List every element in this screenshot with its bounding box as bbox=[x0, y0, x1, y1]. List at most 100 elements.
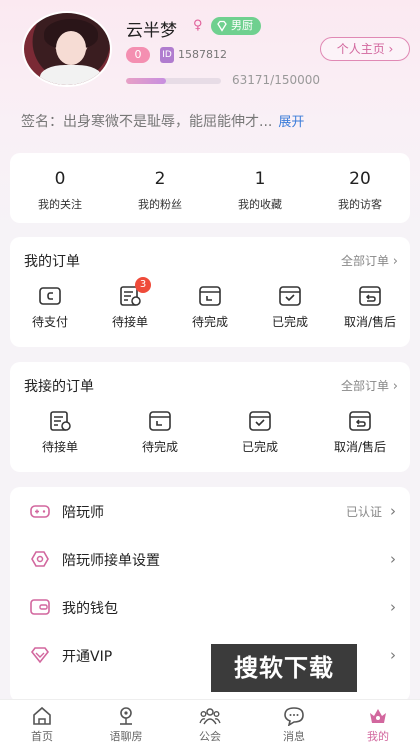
received-pending-accept[interactable]: 待接单 bbox=[10, 410, 110, 455]
user-name: 云半梦 bbox=[126, 21, 177, 41]
avatar[interactable] bbox=[22, 11, 112, 87]
level-badge: 0 bbox=[126, 47, 150, 63]
stats-card: 0 我的关注 2 我的粉丝 1 我的收藏 20 我的访客 bbox=[10, 153, 410, 223]
tab-label: 语聊房 bbox=[109, 730, 143, 743]
notification-badge: 3 bbox=[135, 277, 151, 293]
menu-item-companion-settings[interactable]: 陪玩师接单设置 › bbox=[10, 535, 410, 583]
stat-number: 0 bbox=[54, 169, 66, 189]
chevron-right-icon: › bbox=[390, 502, 396, 520]
stat-label: 我的访客 bbox=[338, 198, 382, 211]
gender-female-icon: ♀ bbox=[193, 18, 203, 33]
order-label: 已完成 bbox=[271, 315, 308, 329]
received-completed[interactable]: 已完成 bbox=[210, 410, 310, 455]
expand-link[interactable]: 展开 bbox=[278, 115, 304, 130]
menu-label: 陪玩师 bbox=[62, 505, 104, 521]
order-pending-payment[interactable]: 待支付 bbox=[10, 285, 90, 330]
order-cancel-aftersale[interactable]: 取消/售后 bbox=[330, 285, 410, 330]
received-pending-complete[interactable]: 待完成 bbox=[110, 410, 210, 455]
verified-status: 已认证 bbox=[345, 505, 382, 519]
voice-room-icon bbox=[120, 707, 132, 725]
order-label: 取消/售后 bbox=[343, 315, 397, 329]
my-orders-card: 我的订单 全部订单 › 待支付 3 待接单 待完成 已完成 取消/售后 bbox=[10, 237, 410, 347]
stat-label: 我的关注 bbox=[38, 198, 82, 211]
order-label: 待支付 bbox=[31, 315, 68, 329]
xp-progress-fill bbox=[126, 78, 166, 84]
chevron-right-icon: › bbox=[390, 550, 396, 568]
tab-guild[interactable]: 公会 bbox=[168, 700, 252, 746]
order-list-icon bbox=[50, 411, 71, 431]
return-box-icon bbox=[349, 411, 371, 431]
signature-text: 签名：出身寒微不是耻辱，能屈能伸才... bbox=[21, 114, 273, 130]
tab-label: 首页 bbox=[31, 730, 53, 743]
xp-progress-bar bbox=[126, 78, 221, 84]
menu-item-wallet[interactable]: 我的钱包 › bbox=[10, 583, 410, 631]
menu-right: › bbox=[382, 550, 396, 568]
settings-icon bbox=[31, 551, 49, 567]
pending-box-icon bbox=[149, 411, 171, 431]
tab-label: 公会 bbox=[199, 730, 221, 743]
personal-homepage-button[interactable]: 个人主页 › bbox=[320, 37, 410, 61]
received-orders-all-link[interactable]: 全部订单 › bbox=[341, 377, 398, 394]
all-orders-label: 全部订单 bbox=[340, 379, 389, 393]
bottom-tab-bar: 首页 语聊房 公会 消息 我的 bbox=[0, 699, 420, 746]
role-badge: 男厨 bbox=[211, 17, 261, 35]
chevron-right-icon: › bbox=[392, 254, 398, 269]
menu-right: › bbox=[382, 646, 396, 664]
xp-progress-text: 63171/150000 bbox=[232, 73, 321, 87]
tab-label: 我的 bbox=[367, 730, 389, 743]
signature: 签名：出身寒微不是耻辱，能屈能伸才... 展开 bbox=[21, 111, 304, 131]
id-label: ID bbox=[160, 47, 174, 63]
wallet-icon bbox=[30, 599, 50, 615]
stat-following[interactable]: 0 我的关注 bbox=[10, 153, 110, 223]
chevron-right-icon: › bbox=[390, 598, 396, 616]
chevron-right-icon: › bbox=[392, 379, 398, 394]
menu-label: 陪玩师接单设置 bbox=[62, 553, 160, 569]
stat-visitors[interactable]: 20 我的访客 bbox=[310, 153, 410, 223]
tab-voice-room[interactable]: 语聊房 bbox=[84, 700, 168, 746]
order-label: 待完成 bbox=[141, 440, 178, 454]
my-orders-title: 我的订单 bbox=[24, 254, 80, 270]
menu-item-companion[interactable]: 陪玩师 已认证 › bbox=[10, 487, 410, 535]
tab-me[interactable]: 我的 bbox=[336, 700, 420, 746]
home-icon bbox=[33, 706, 51, 725]
stat-fans[interactable]: 2 我的粉丝 bbox=[110, 153, 210, 223]
guild-icon bbox=[199, 708, 221, 725]
menu-right: › bbox=[382, 598, 396, 616]
order-completed[interactable]: 已完成 bbox=[250, 285, 330, 330]
vip-diamond-icon bbox=[30, 647, 50, 664]
order-pending-accept[interactable]: 3 待接单 bbox=[90, 277, 170, 330]
me-icon bbox=[370, 709, 386, 723]
stat-favorites[interactable]: 1 我的收藏 bbox=[210, 153, 310, 223]
order-pending-complete[interactable]: 待完成 bbox=[170, 285, 250, 330]
all-orders-label: 全部订单 bbox=[340, 254, 389, 268]
diamond-icon bbox=[217, 20, 227, 32]
order-label: 待接单 bbox=[41, 440, 78, 454]
gamepad-icon bbox=[30, 505, 50, 518]
pending-box-icon bbox=[199, 286, 221, 306]
stat-number: 2 bbox=[154, 169, 166, 189]
received-cancel-aftersale[interactable]: 取消/售后 bbox=[310, 410, 410, 455]
chevron-right-icon: › bbox=[390, 646, 396, 664]
tab-label: 消息 bbox=[283, 730, 305, 743]
menu-right: 已认证 › bbox=[346, 502, 396, 520]
menu-label: 开通VIP bbox=[62, 649, 113, 665]
order-label: 待接单 bbox=[111, 315, 148, 329]
check-box-icon bbox=[249, 411, 271, 431]
my-orders-all-link[interactable]: 全部订单 › bbox=[341, 252, 398, 269]
return-box-icon bbox=[359, 286, 381, 306]
check-box-icon bbox=[279, 286, 301, 306]
tab-messages[interactable]: 消息 bbox=[252, 700, 336, 746]
order-label: 取消/售后 bbox=[333, 440, 387, 454]
stat-label: 我的收藏 bbox=[238, 198, 282, 211]
received-orders-title: 我接的订单 bbox=[24, 379, 94, 395]
received-orders-card: 我接的订单 全部订单 › 待接单 待完成 已完成 取消/售后 bbox=[10, 362, 410, 472]
wallet-icon bbox=[39, 287, 61, 305]
stat-number: 20 bbox=[349, 169, 371, 189]
stat-label: 我的粉丝 bbox=[138, 198, 182, 211]
watermark: 搜软下载 bbox=[211, 644, 357, 692]
tab-home[interactable]: 首页 bbox=[0, 700, 84, 746]
message-icon bbox=[284, 707, 304, 726]
role-badge-label: 男厨 bbox=[231, 19, 253, 32]
order-label: 已完成 bbox=[241, 440, 278, 454]
order-label: 待完成 bbox=[191, 315, 228, 329]
